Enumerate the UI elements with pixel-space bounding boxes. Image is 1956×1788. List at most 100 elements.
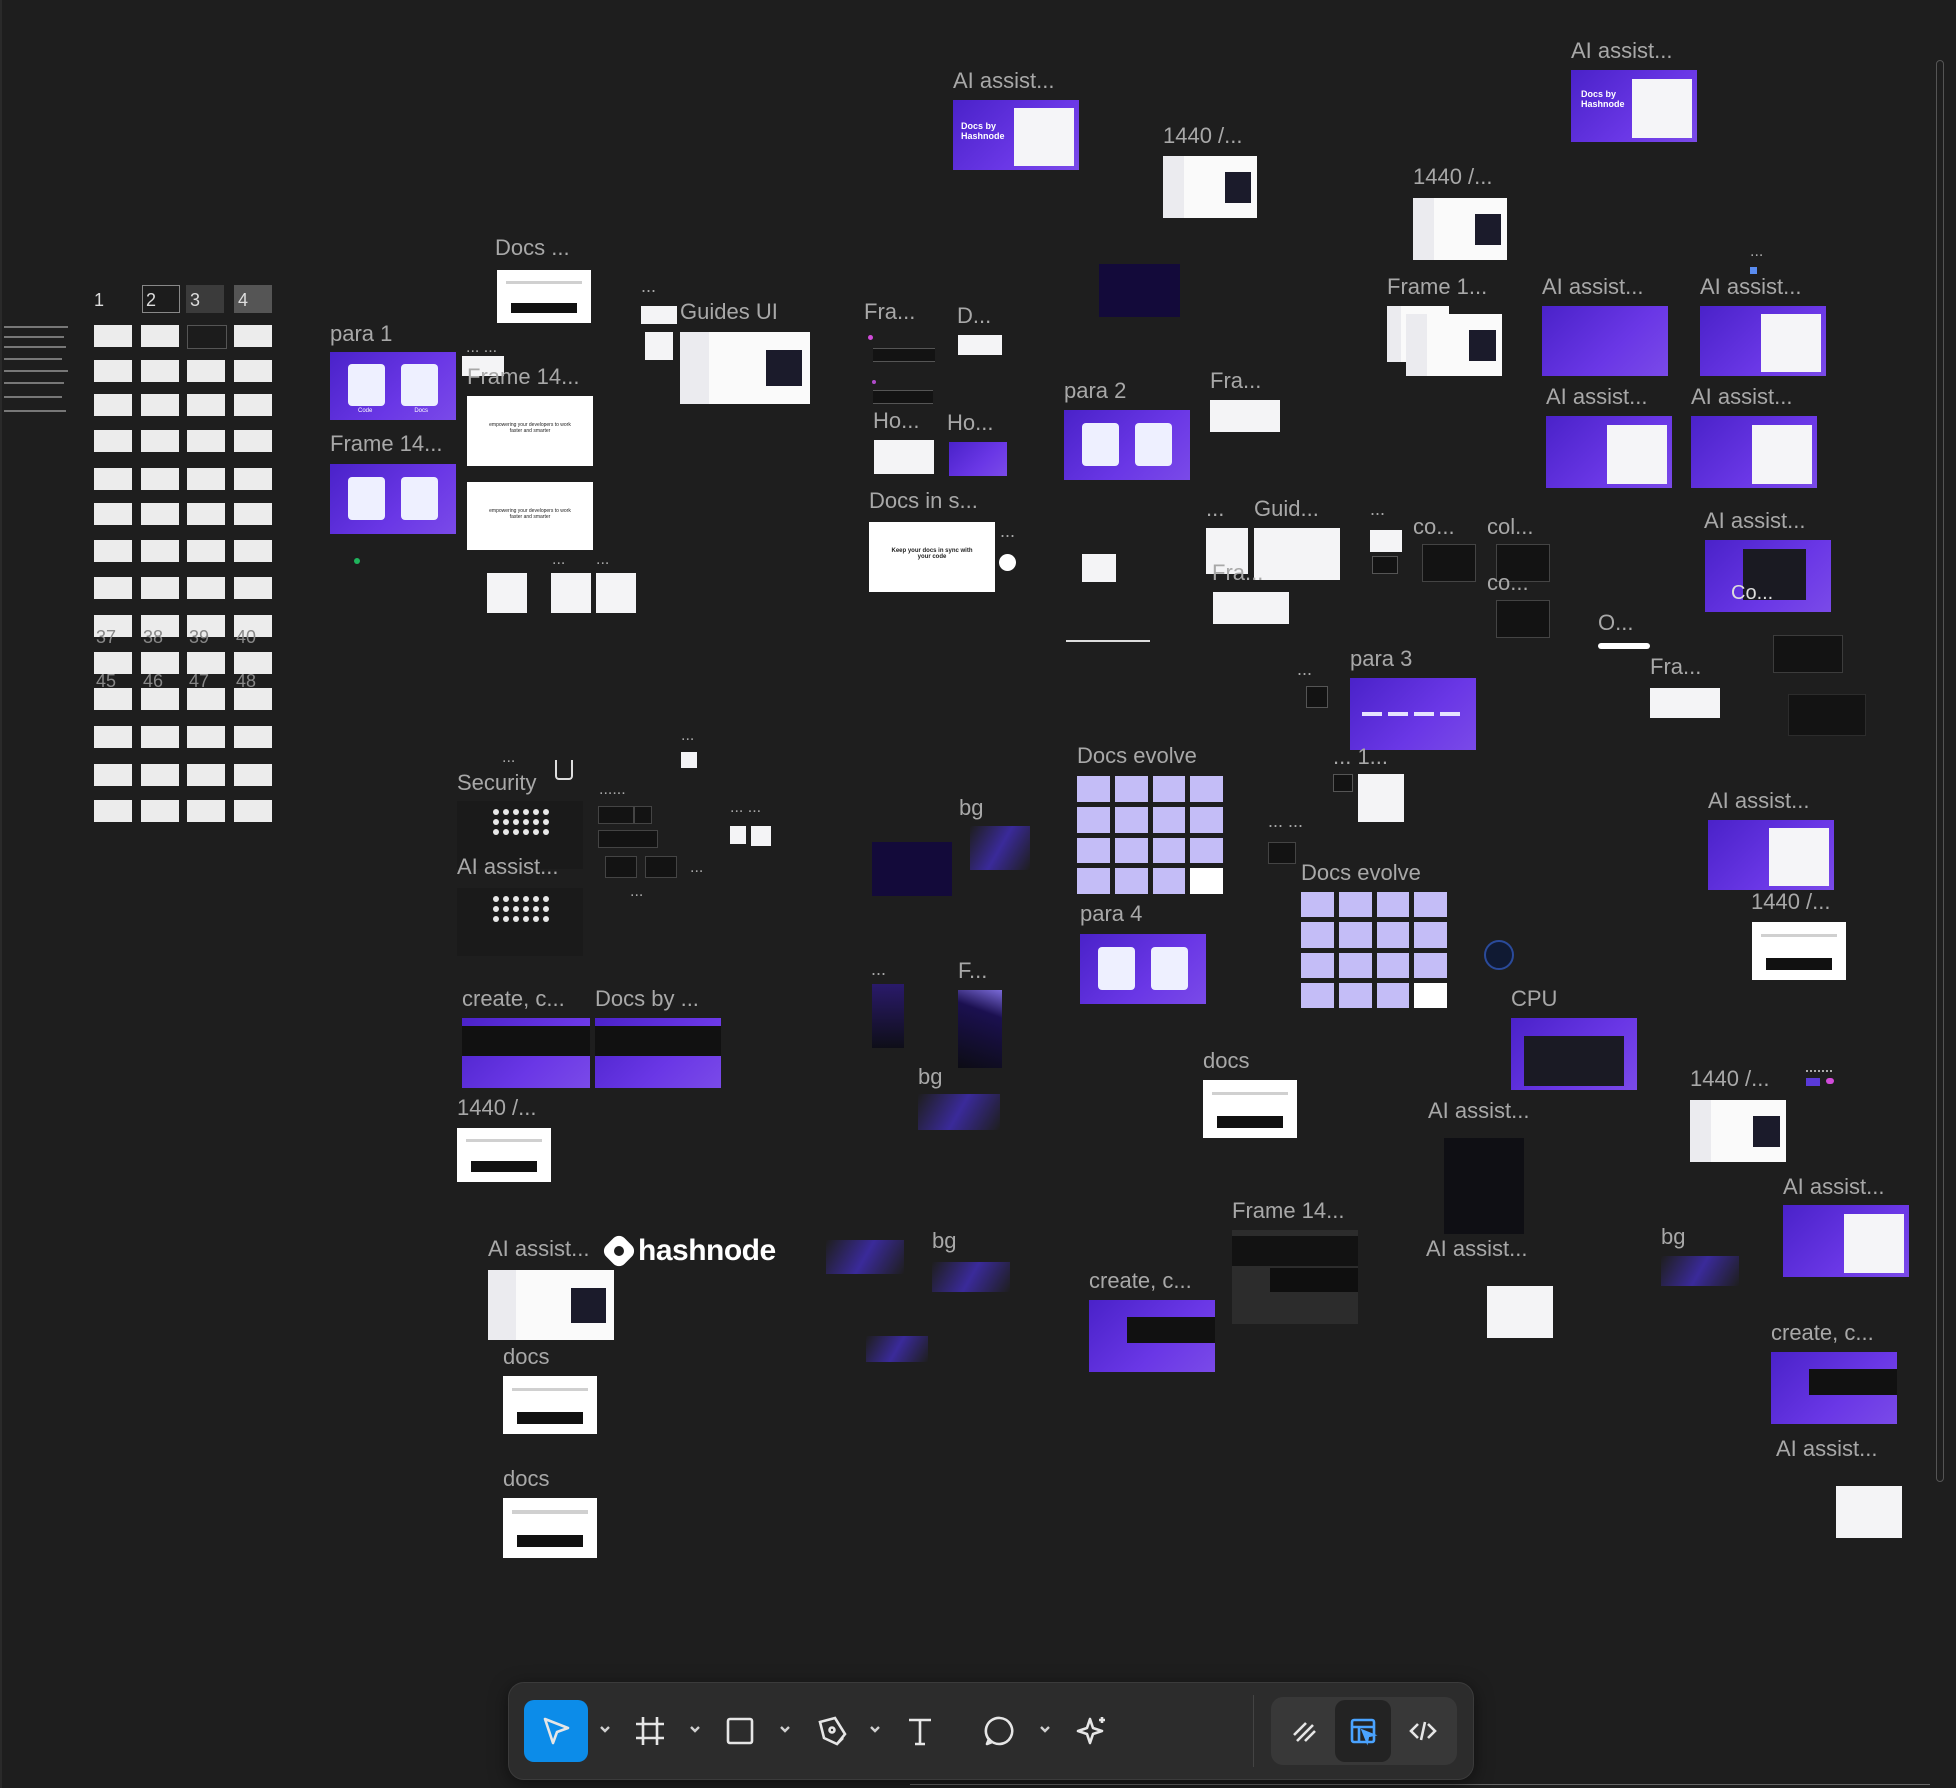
page-thumb[interactable]: [141, 325, 179, 347]
actions-tool-button[interactable]: [1061, 1700, 1123, 1762]
ai-assist-frame[interactable]: [1700, 306, 1826, 376]
ai-assist-frame[interactable]: [1708, 820, 1834, 890]
docs-evolve-grid[interactable]: [1077, 776, 1223, 894]
page-thumb[interactable]: [187, 430, 225, 452]
shape-tool-button[interactable]: [709, 1700, 771, 1762]
bg-frame[interactable]: [970, 826, 1030, 870]
page-thumb[interactable]: [234, 325, 272, 347]
small-frame[interactable]: [681, 752, 697, 768]
page-thumb[interactable]: [234, 540, 272, 562]
page-thumb[interactable]: [141, 764, 179, 786]
create-frame[interactable]: [1089, 1300, 1215, 1372]
page-thumb[interactable]: [94, 726, 132, 748]
frame-14-purple[interactable]: [330, 464, 456, 534]
tiny-dark-frame[interactable]: [605, 856, 637, 878]
page-thumb[interactable]: [187, 468, 225, 490]
docs-frame[interactable]: [1203, 1080, 1297, 1138]
small-frame[interactable]: [645, 332, 673, 360]
page-thumb[interactable]: [234, 577, 272, 599]
ai-assist-frame[interactable]: Docs by Hashnode: [953, 100, 1079, 170]
tiny-dark-frame[interactable]: [634, 806, 652, 824]
dark-strip[interactable]: [873, 390, 933, 404]
ai-assist-frame[interactable]: [1487, 1286, 1553, 1338]
bg-dark-frame[interactable]: [872, 842, 952, 896]
page-thumb[interactable]: [234, 503, 272, 525]
docs-frame[interactable]: [503, 1498, 597, 1558]
guides-ui-frame[interactable]: [680, 332, 810, 404]
vertical-scrollbar[interactable]: [1936, 60, 1944, 1482]
small-frame[interactable]: [730, 826, 746, 844]
pen-tool-button[interactable]: [801, 1700, 863, 1762]
small-frame[interactable]: [1268, 842, 1296, 864]
dark-frame[interactable]: [1099, 264, 1180, 317]
page-thumb[interactable]: [94, 503, 132, 525]
docs-evolve-grid[interactable]: [1301, 892, 1447, 1008]
docs-frame[interactable]: [503, 1376, 597, 1434]
ho-frame[interactable]: [874, 440, 934, 474]
tiny-dark-frame[interactable]: [645, 856, 677, 878]
small-frame[interactable]: [751, 826, 771, 846]
page-thumb[interactable]: [94, 394, 132, 416]
chevron-down-icon[interactable]: [1037, 1721, 1053, 1737]
tall-dark-frame[interactable]: [958, 990, 1002, 1068]
chevron-down-icon[interactable]: [597, 1721, 613, 1737]
comment-tool-button[interactable]: [969, 1700, 1031, 1762]
small-card[interactable]: [596, 573, 636, 613]
bg-frame[interactable]: [932, 1262, 1010, 1292]
page-thumb[interactable]: [141, 800, 179, 822]
page-thumb[interactable]: [187, 360, 225, 382]
frame-1-b[interactable]: [1406, 314, 1502, 376]
page-thumb[interactable]: [141, 468, 179, 490]
page-thumb[interactable]: [187, 325, 227, 349]
small-frame[interactable]: [1082, 554, 1116, 582]
frame-14-hero[interactable]: empowering your developers to work faste…: [467, 396, 593, 466]
dark-ui-frame[interactable]: [1788, 694, 1866, 736]
tall-dark-frame[interactable]: [872, 984, 904, 1048]
page-thumb[interactable]: [141, 540, 179, 562]
ho-frame[interactable]: [949, 442, 1007, 476]
dark-strip[interactable]: [873, 348, 935, 362]
dark-ui-frame[interactable]: [1773, 635, 1843, 673]
small-card[interactable]: [487, 573, 527, 613]
page-thumb[interactable]: [234, 430, 272, 452]
page-thumb[interactable]: [94, 360, 132, 382]
gauge-icon[interactable]: [1484, 940, 1514, 970]
para-2-frame[interactable]: [1064, 410, 1190, 480]
text-tool-button[interactable]: [889, 1700, 951, 1762]
create-frame[interactable]: [462, 1018, 590, 1088]
page-thumb[interactable]: [94, 540, 132, 562]
small-frame[interactable]: [1306, 686, 1328, 708]
1440-frame[interactable]: [457, 1128, 551, 1182]
page-thumb[interactable]: [141, 503, 179, 525]
cpu-frame[interactable]: [1511, 1018, 1637, 1090]
dev-mode-button[interactable]: [1395, 1700, 1451, 1762]
frame-tool-button[interactable]: [619, 1700, 681, 1762]
small-frame[interactable]: [1358, 774, 1404, 822]
page-thumb[interactable]: [187, 503, 225, 525]
page-thumb[interactable]: [234, 394, 272, 416]
page-thumb[interactable]: [141, 430, 179, 452]
small-frame[interactable]: [1210, 400, 1280, 432]
design-mode-button[interactable]: [1335, 1700, 1391, 1762]
page-thumb[interactable]: [187, 800, 225, 822]
bg-frame[interactable]: [866, 1336, 928, 1362]
draw-mode-button[interactable]: [1277, 1700, 1333, 1762]
docs-in-sync-frame[interactable]: Keep your docs in sync with your code: [869, 522, 995, 592]
page-thumb[interactable]: [141, 577, 179, 599]
docs-frame[interactable]: [497, 270, 591, 323]
small-frame[interactable]: [958, 335, 1002, 355]
page-thumb[interactable]: [234, 688, 272, 710]
frame-14-dark[interactable]: [1232, 1230, 1358, 1324]
page-thumb[interactable]: [234, 764, 272, 786]
guid-frame[interactable]: [1254, 528, 1340, 580]
docs-by-frame[interactable]: [595, 1018, 721, 1088]
1440-frame[interactable]: [1163, 156, 1257, 218]
page-thumb[interactable]: [94, 430, 132, 452]
ai-assist-frame[interactable]: [488, 1270, 614, 1340]
small-frame[interactable]: [1333, 774, 1353, 792]
ai-assist-dark-frame[interactable]: Co...: [1705, 540, 1831, 612]
para-3-frame[interactable]: [1350, 678, 1476, 750]
horizontal-scrollbar[interactable]: [910, 1784, 1930, 1788]
ai-assist-frame[interactable]: [1546, 416, 1672, 488]
tiny-dark-frame[interactable]: [598, 806, 634, 824]
